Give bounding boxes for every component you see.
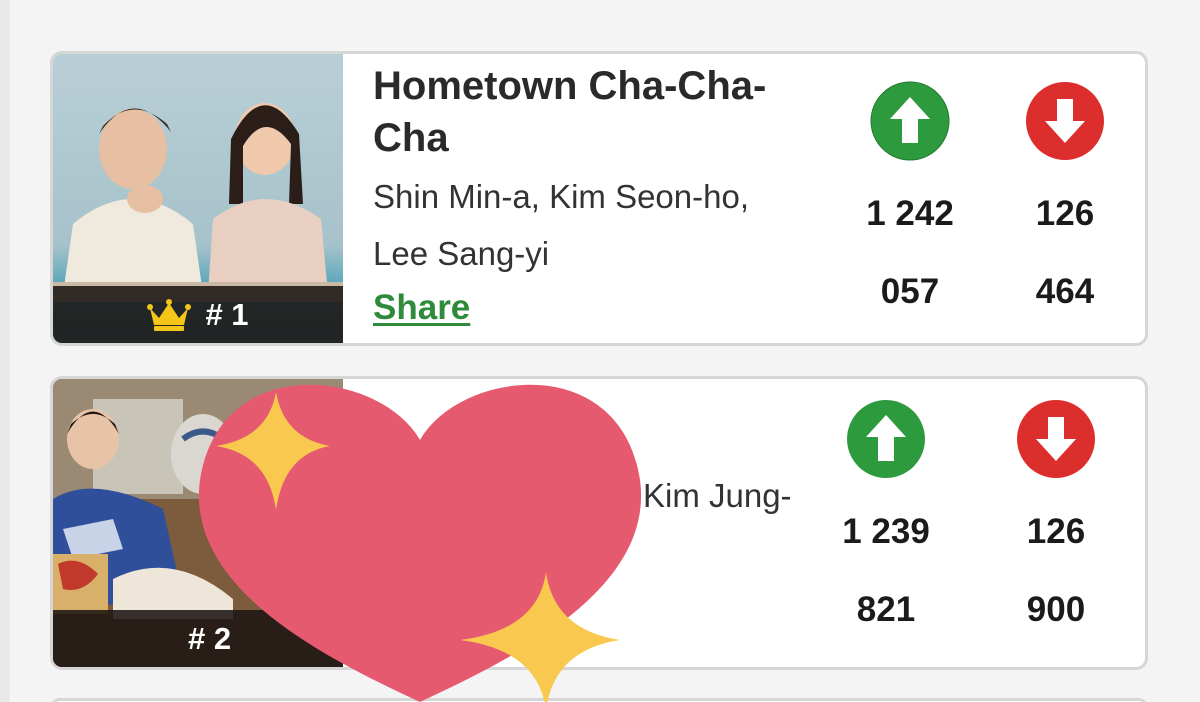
show-cast: Kim Jung- — [643, 477, 792, 514]
crown-icon — [147, 298, 192, 331]
show-cast: Shin Min-a, Kim Seon-ho, Lee Sang-yi — [373, 178, 750, 272]
downvote-count: 126 464 — [1035, 194, 1095, 311]
ranking-card-3[interactable] — [50, 698, 1148, 702]
arrow-down-icon[interactable] — [1016, 399, 1096, 479]
poster-thumbnail[interactable]: # 2 — [53, 379, 343, 667]
downvote-control: 126 464 — [1005, 81, 1125, 331]
rank-badge: # 1 — [53, 286, 343, 343]
upvote-count: 1 242 057 — [866, 194, 954, 311]
downvote-count: 126 900 — [1026, 512, 1086, 629]
screen-edge — [0, 0, 10, 702]
rank-badge: # 2 — [53, 610, 343, 667]
rank-label: # 2 — [188, 620, 232, 656]
rank-label: # 1 — [205, 296, 249, 332]
ranking-page: # 1 Hometown Cha-Cha-Cha Shin Min-a, Kim… — [0, 0, 1200, 702]
poster-thumbnail[interactable]: # 1 — [53, 54, 343, 343]
ranking-card-2[interactable]: # 2 Kim Jung- 1 239 821 126 900 — [50, 376, 1148, 670]
downvote-control: 126 900 — [996, 399, 1116, 649]
share-link[interactable]: Share — [373, 288, 470, 328]
arrow-up-icon[interactable] — [846, 399, 926, 479]
upvote-control: 1 242 057 — [850, 81, 970, 331]
upvote-count: 1 239 821 — [842, 512, 930, 629]
upvote-control: 1 239 821 — [826, 399, 946, 649]
ranking-card-1[interactable]: # 1 Hometown Cha-Cha-Cha Shin Min-a, Kim… — [50, 51, 1148, 346]
arrow-up-icon[interactable] — [870, 81, 950, 161]
show-title[interactable]: Hometown Cha-Cha-Cha — [373, 60, 813, 164]
show-info: Hometown Cha-Cha-Cha Shin Min-a, Kim Seo… — [373, 60, 813, 328]
arrow-down-icon[interactable] — [1025, 81, 1105, 161]
